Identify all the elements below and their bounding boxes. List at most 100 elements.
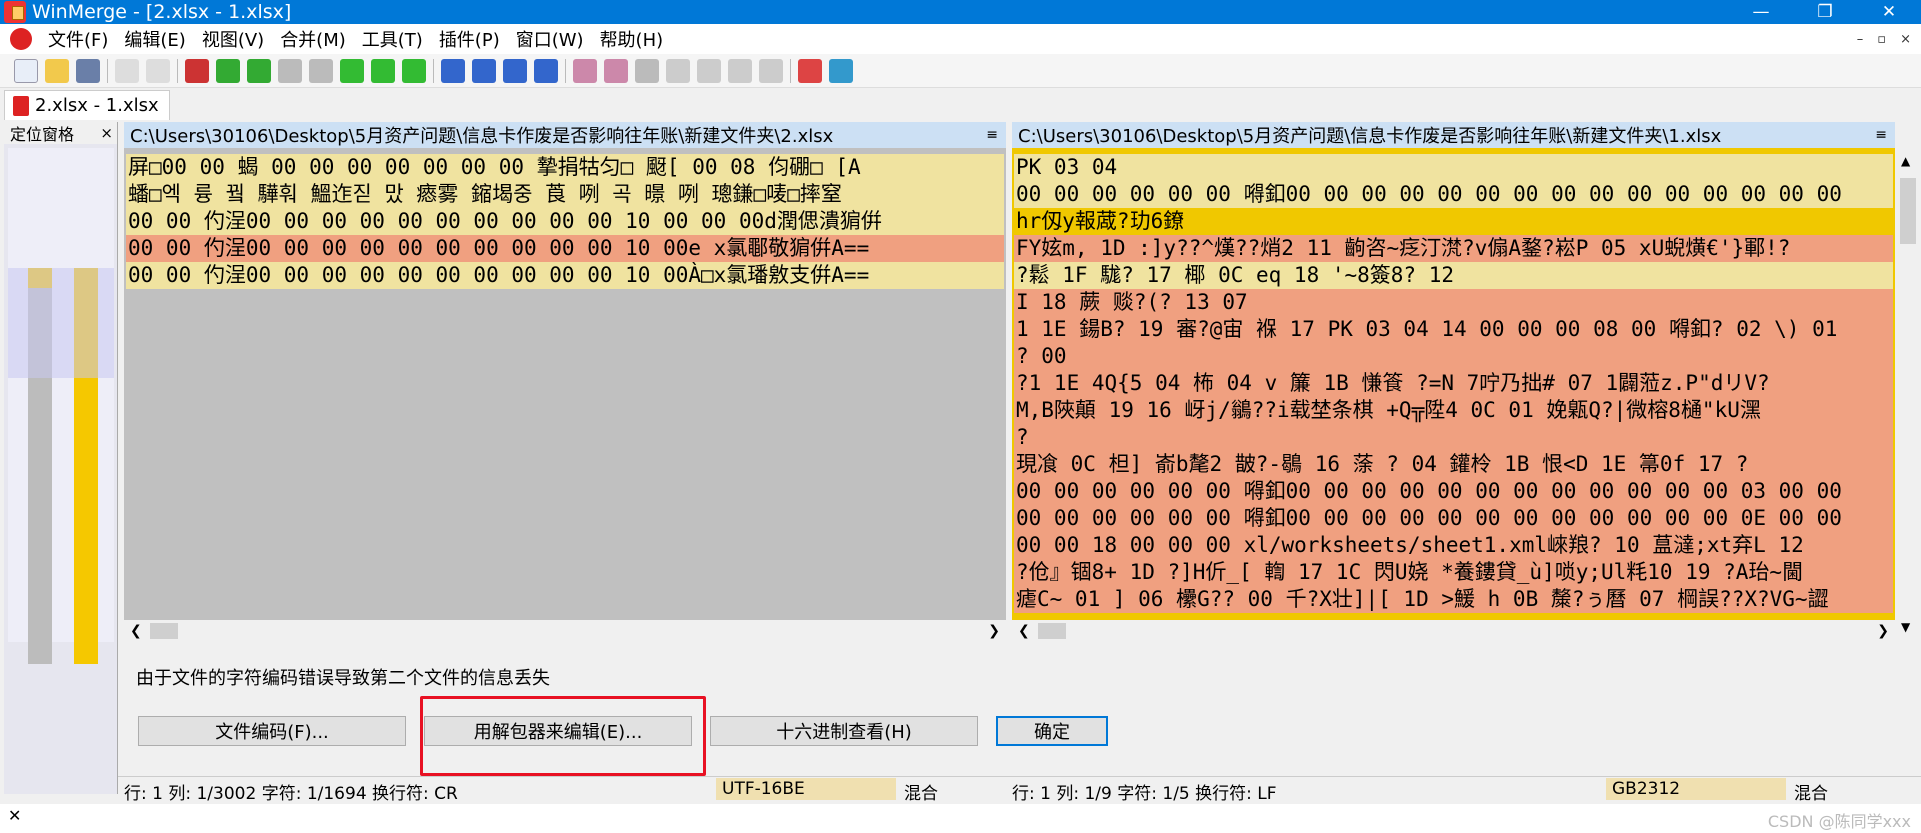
all-right-icon[interactable] <box>573 58 597 83</box>
left-arrow-alt-icon[interactable] <box>697 58 721 83</box>
right-diff-pane[interactable]: C:\Users\30106\Desktop\5月资产问题\信息卡作废是否影响往… <box>1012 122 1895 642</box>
diff-line[interactable]: ? <box>1014 424 1893 451</box>
menu-merge[interactable]: 合并(M) <box>272 26 354 52</box>
mdi-restore-button[interactable]: ▫ <box>1877 32 1886 47</box>
copy-left-advance-icon[interactable] <box>534 58 558 83</box>
diff-line[interactable]: 00 00 18 00 00 00 xl/worksheets/sheet1.x… <box>1014 532 1893 559</box>
current-diff-icon[interactable] <box>340 58 364 83</box>
diff-line[interactable]: 00 00 仢浧00 00 00 00 00 00 00 00 00 00 10… <box>126 262 1004 289</box>
diff-line[interactable]: ? 00 <box>1014 343 1893 370</box>
status-bar: 行: 1 列: 1/3002 字符: 1/1694 换行符: CR UTF-16… <box>118 776 1921 804</box>
scroll-left-icon[interactable]: ❮ <box>1018 623 1030 639</box>
document-system-menu-icon[interactable] <box>10 28 32 50</box>
diff-line[interactable]: FY妶m, 1D :]y??^熯??焇2 11 齣咨~疺汀滼?v傓A鍪?崧P 0… <box>1014 235 1893 262</box>
diff-line[interactable]: 蟠□엑 륭 꿬 驊훠 鰮迮짇 맜 瘱雾 鏥堨중 莨 咧 곡 暻 咧 璁鎌□唛□摔… <box>126 181 1004 208</box>
left-diff-pane[interactable]: C:\Users\30106\Desktop\5月资产问题\信息卡作废是否影响往… <box>124 122 1006 642</box>
right-diff-content[interactable]: PK 03 04 00 00 00 00 00 00 嘚釦00 00 00 00 … <box>1014 154 1893 613</box>
diff-line[interactable]: 1 1E 鍚B? 19 審?@宙 褓 17 PK 03 04 14 00 00 … <box>1014 316 1893 343</box>
diff-line[interactable]: ?1 1E 4Q{5 04 柨 04 v 簾 1B 慊篒 ?=N 7咛乃拙# 0… <box>1014 370 1893 397</box>
copy-left-icon[interactable] <box>472 58 496 83</box>
diff-line[interactable]: I 18 蕨 赕?(? 13 07 <box>1014 289 1893 316</box>
diff-line[interactable]: ?伧』锢8+ 1D ?]H伒_[ 輷 17 1C 閃U娆 *養鏤貸_ù]唢y;U… <box>1014 559 1893 586</box>
right-encoding[interactable]: GB2312 <box>1606 778 1786 800</box>
diff-line[interactable]: 00 00 仢浧00 00 00 00 00 00 00 00 00 00 10… <box>126 208 1004 235</box>
close-icon[interactable]: × <box>100 124 113 142</box>
pane-menu-icon[interactable]: ≡ <box>986 127 998 143</box>
options-icon[interactable] <box>798 58 822 83</box>
diff-line[interactable]: hr仭y報蒧?玏6鐐 <box>1014 208 1893 235</box>
menu-help[interactable]: 帮助(H) <box>592 26 672 52</box>
prev-conflict-icon[interactable] <box>402 58 426 83</box>
scroll-thumb[interactable] <box>1038 623 1066 639</box>
diff-line[interactable]: 00 00 00 00 00 00 嘚釦00 00 00 00 00 00 00… <box>1014 505 1893 532</box>
close-icon[interactable]: ✕ <box>8 806 21 825</box>
scroll-right-icon[interactable]: ❯ <box>1877 623 1889 639</box>
last-diff-icon[interactable] <box>309 58 333 83</box>
ok-button[interactable]: 确定 <box>996 716 1108 746</box>
menu-tools[interactable]: 工具(T) <box>354 26 431 52</box>
pane-menu-icon[interactable]: ≡ <box>1875 127 1887 143</box>
menu-view[interactable]: 视图(V) <box>194 26 272 52</box>
redo-icon[interactable] <box>146 58 170 83</box>
diff-line[interactable]: 00 00 00 00 00 00 嘚釦00 00 00 00 00 00 00… <box>1014 181 1893 208</box>
scroll-down-icon[interactable]: ▼ <box>1901 620 1910 634</box>
left-eol-mode: 混合 <box>904 784 938 804</box>
right-arrow-alt-icon[interactable] <box>759 58 783 83</box>
left-encoding[interactable]: UTF-16BE <box>716 778 896 800</box>
copy-right-advance-icon[interactable] <box>503 58 527 83</box>
next-diff-icon[interactable] <box>216 58 240 83</box>
right-arrow-icon[interactable] <box>728 58 752 83</box>
left-pane-header: C:\Users\30106\Desktop\5月资产问题\信息卡作废是否影响往… <box>124 122 1006 148</box>
window-title: WinMerge - [2.xlsx - 1.xlsx] <box>32 1 292 23</box>
left-arrow-icon[interactable] <box>666 58 690 83</box>
scroll-thumb[interactable] <box>1900 178 1916 244</box>
filter-icon[interactable] <box>185 58 209 83</box>
file-encoding-button[interactable]: 文件编码(F)... <box>138 716 406 746</box>
diff-line[interactable]: M,B陜顛 19 16 岈j/鶲??i载埜条棋 +Q╦陞4 0C 01 娩甈Q?… <box>1014 397 1893 424</box>
prev-diff-icon[interactable] <box>247 58 271 83</box>
document-tab-label: 2.xlsx - 1.xlsx <box>35 95 159 116</box>
refresh-icon[interactable] <box>829 58 853 83</box>
first-diff-icon[interactable] <box>278 58 302 83</box>
close-window-button[interactable]: ✕ <box>1857 0 1921 24</box>
location-pane-map[interactable] <box>8 148 114 664</box>
diff-line[interactable]: 00 00 仢浧00 00 00 00 00 00 00 00 00 00 10… <box>126 235 1004 262</box>
copy-right-icon[interactable] <box>441 58 465 83</box>
edit-with-unpacker-button[interactable]: 用解包器来编辑(E)... <box>424 716 692 746</box>
diff-line[interactable]: 現飡 0C 柦] 嵛b氂2 皵?-鶡 16 蒤 ? 04 鑵柃 1B 恨<D 1… <box>1014 451 1893 478</box>
mdi-minimize-button[interactable]: – <box>1857 32 1864 47</box>
scroll-left-icon[interactable]: ❮ <box>130 623 142 639</box>
hex-view-button[interactable]: 十六进制查看(H) <box>710 716 978 746</box>
scroll-right-icon[interactable]: ❯ <box>988 623 1000 639</box>
encoding-error-panel: 由于文件的字符编码错误导致第二个文件的信息丢失 文件编码(F)... 用解包器来… <box>124 644 1919 772</box>
right-horizontal-scrollbar[interactable]: ❮ ❯ <box>1012 620 1895 642</box>
menu-file[interactable]: 文件(F) <box>40 26 116 52</box>
document-tab[interactable]: 2.xlsx - 1.xlsx <box>4 90 170 120</box>
menu-edit[interactable]: 编辑(E) <box>116 26 193 52</box>
diff-line[interactable]: PK 03 04 <box>1014 154 1893 181</box>
scroll-up-icon[interactable]: ▲ <box>1901 154 1910 168</box>
mdi-close-button[interactable]: × <box>1900 32 1911 47</box>
viewport-indicator[interactable] <box>8 268 114 378</box>
scroll-thumb[interactable] <box>150 623 178 639</box>
all-left-icon[interactable] <box>604 58 628 83</box>
restore-button[interactable]: ❐ <box>1793 0 1857 24</box>
diff-line[interactable]: 瘧C~ 01 ] 06 欙G?? 00 千?X壮]|[ 1D >鰀 h 0B 斄… <box>1014 586 1893 613</box>
menu-window[interactable]: 窗口(W) <box>508 26 592 52</box>
diff-line[interactable]: ?鬆 1F 駹? 17 椰 0C eq 18 '~8簽8? 12 <box>1014 262 1893 289</box>
left-horizontal-scrollbar[interactable]: ❮ ❯ <box>124 620 1006 642</box>
undo-icon[interactable] <box>115 58 139 83</box>
menu-plugins[interactable]: 插件(P) <box>431 26 508 52</box>
encoding-error-message: 由于文件的字符编码错误导致第二个文件的信息丢失 <box>136 668 550 689</box>
new-file-icon[interactable] <box>14 58 38 83</box>
save-icon[interactable] <box>76 58 100 83</box>
diff-line[interactable]: 00 00 00 00 00 00 嘚釦00 00 00 00 00 00 00… <box>1014 478 1893 505</box>
next-conflict-icon[interactable] <box>371 58 395 83</box>
left-diff-content[interactable]: 屏□00 00 蝎 00 00 00 00 00 00 00 摯捐牯匀□ 颬[ … <box>126 154 1004 289</box>
vertical-scrollbar[interactable]: ▲ ▼ <box>1897 148 1919 638</box>
right-pane-header: C:\Users\30106\Desktop\5月资产问题\信息卡作废是否影响往… <box>1012 122 1895 148</box>
diff-line[interactable]: 屏□00 00 蝎 00 00 00 00 00 00 00 摯捐牯匀□ 颬[ … <box>126 154 1004 181</box>
compare-icon[interactable] <box>635 58 659 83</box>
open-folder-icon[interactable] <box>45 58 69 83</box>
minimize-button[interactable]: — <box>1729 0 1793 24</box>
